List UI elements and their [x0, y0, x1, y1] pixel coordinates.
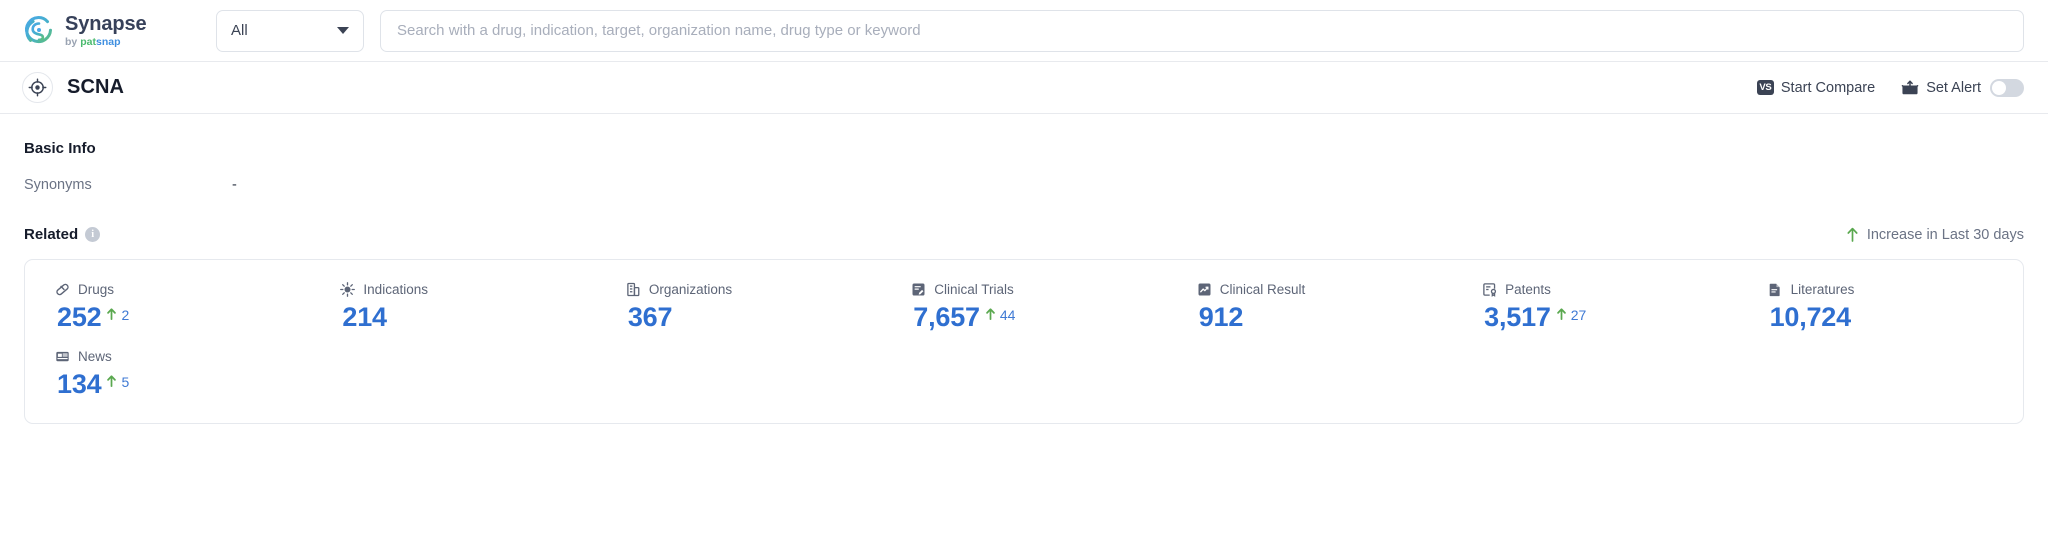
increase-legend-label: Increase in Last 30 days: [1866, 226, 2024, 243]
brand-patsnap-pat: pat: [80, 35, 97, 48]
brand-by: by: [65, 35, 78, 48]
main-content: Basic Info Synonyms - Related i Increase…: [0, 114, 2048, 424]
news-icon: [55, 349, 70, 364]
brand-patsnap-snap: snap: [96, 35, 121, 48]
metric-value: 134: [57, 369, 102, 400]
metric-card-indications[interactable]: Indications 214: [310, 282, 595, 331]
metric-delta: 27: [1556, 303, 1587, 323]
set-alert-label: Set Alert: [1926, 79, 1981, 96]
entity-actions: VS Start Compare Set Alert: [1756, 78, 2024, 97]
basic-info-heading: Basic Info: [24, 140, 96, 157]
metric-label: Patents: [1505, 282, 1551, 297]
metric-card-news[interactable]: News 134 5: [25, 349, 310, 400]
metric-label: Organizations: [648, 282, 733, 297]
metric-label: Drugs: [78, 282, 115, 297]
metric-value: 7,657: [913, 302, 980, 332]
arrow-up-icon: [1846, 227, 1859, 242]
set-alert-control[interactable]: Set Alert: [1901, 78, 2024, 97]
synapse-swirl-logo-icon: [22, 14, 56, 48]
increase-legend: Increase in Last 30 days: [1846, 227, 2024, 243]
metric-card-clinical-trials[interactable]: Clinical Trials 7,657 44: [881, 282, 1166, 331]
search-scope-dropdown[interactable]: All: [216, 9, 364, 52]
target-crosshair-icon: [22, 72, 53, 103]
metric-delta-value: 5: [121, 374, 130, 391]
metric-value: 367: [627, 302, 673, 332]
search-input[interactable]: [397, 22, 2007, 39]
entity-header: SCNA VS Start Compare Set Alert: [0, 62, 2048, 114]
related-header: Related i Increase in Last 30 days: [24, 226, 2024, 243]
metric-label: Indications: [363, 282, 428, 297]
metric-label: News: [78, 349, 112, 365]
metric-delta-value: 27: [1570, 307, 1587, 323]
literature-icon: [1768, 282, 1783, 297]
metric-card-literatures[interactable]: Literatures 10,724: [1738, 282, 2023, 331]
vs-badge-icon: VS: [1756, 80, 1774, 95]
metric-value: 912: [1198, 302, 1244, 332]
metric-card-clinical-result[interactable]: Clinical Result 912: [1167, 282, 1452, 331]
start-compare-button[interactable]: VS Start Compare: [1756, 79, 1876, 96]
clinical-result-icon: [1197, 282, 1212, 297]
metric-label: Clinical Result: [1219, 282, 1306, 297]
top-search-bar: Synapse by patsnap All: [0, 0, 2048, 62]
synonyms-value: -: [232, 177, 237, 193]
metric-card-drugs[interactable]: Drugs 252 2: [25, 282, 310, 331]
search-input-wrapper[interactable]: [380, 9, 2024, 52]
metric-delta: 44: [985, 303, 1016, 323]
building-icon: [626, 282, 641, 297]
related-metrics-panel: Drugs 252 2 Indications 214 Organization…: [24, 259, 2024, 424]
metric-value: 3,517: [1484, 302, 1551, 332]
clinical-trial-icon: [911, 282, 926, 297]
metric-card-organizations[interactable]: Organizations 367: [596, 282, 881, 331]
start-compare-label: Start Compare: [1780, 79, 1876, 96]
metric-label: Literatures: [1790, 282, 1855, 297]
metric-value: 214: [342, 302, 387, 332]
brand-logo[interactable]: Synapse by patsnap: [22, 14, 190, 48]
metric-value: 10,724: [1769, 302, 1852, 332]
brand-name: Synapse: [65, 12, 147, 35]
info-icon[interactable]: i: [85, 227, 101, 242]
patent-icon: [1482, 282, 1497, 297]
chevron-down-icon: [337, 27, 349, 34]
search-scope-value: All: [231, 22, 248, 39]
envelope-alert-icon: [1901, 79, 1919, 96]
metric-delta: 5: [106, 370, 129, 390]
metric-delta-value: 2: [121, 307, 130, 323]
metric-card-patents[interactable]: Patents 3,517 27: [1452, 282, 1737, 331]
synonyms-row: Synonyms -: [24, 177, 2024, 193]
set-alert-toggle[interactable]: [1990, 78, 2024, 97]
metric-delta: 2: [106, 303, 129, 323]
virus-icon: [340, 282, 356, 297]
related-heading: Related: [24, 226, 79, 243]
metric-value: 252: [57, 302, 102, 332]
metric-delta-value: 44: [999, 307, 1016, 323]
synonyms-label: Synonyms: [24, 177, 92, 193]
page-title: SCNA: [67, 76, 125, 98]
metric-label: Clinical Trials: [934, 282, 1014, 297]
metrics-grid: Drugs 252 2 Indications 214 Organization…: [25, 282, 2023, 399]
pill-icon: [55, 282, 70, 297]
